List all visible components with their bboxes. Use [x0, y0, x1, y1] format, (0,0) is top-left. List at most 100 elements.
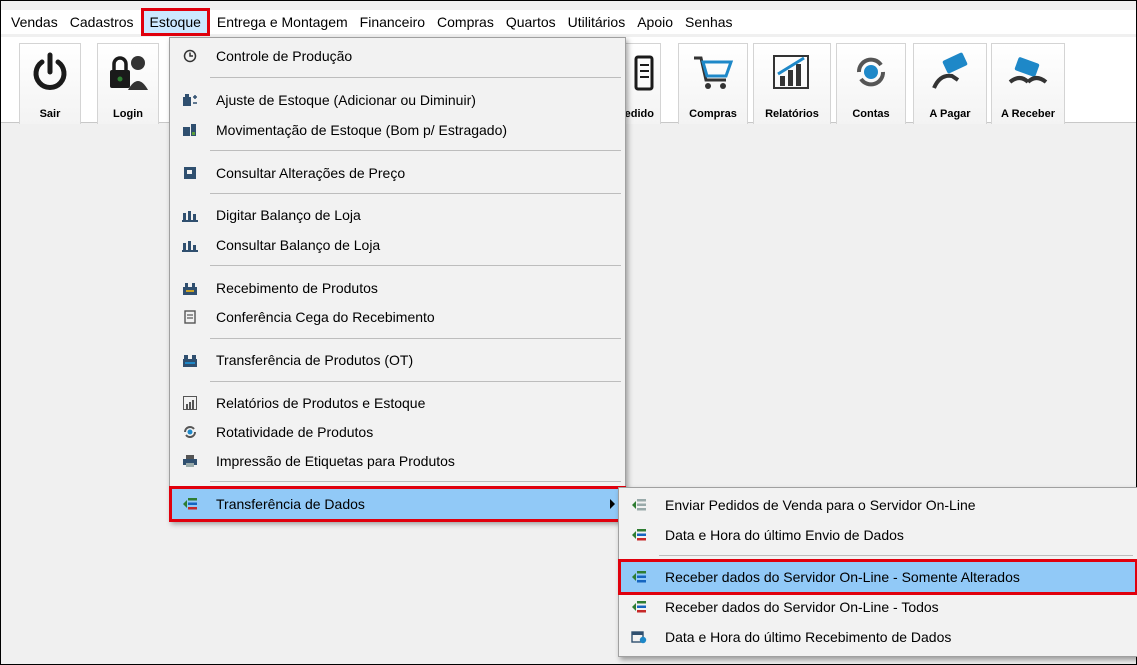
menu-item-label: Controle de Produção — [216, 48, 353, 64]
menu-item-movimentacao-estoque[interactable]: Movimentação de Estoque (Bom p/ Estragad… — [172, 116, 623, 144]
app-window: Vendas Cadastros Estoque Entrega e Monta… — [0, 0, 1137, 665]
data-transfer-icon — [631, 599, 647, 615]
warehouse-icon — [182, 280, 198, 296]
menu-item-label: Conferência Cega do Recebimento — [216, 309, 435, 325]
submenu-item-label: Receber dados do Servidor On-Line - Todo… — [665, 599, 939, 615]
menu-item-consultar-balanco[interactable]: Consultar Balanço de Loja — [172, 231, 623, 259]
receive-money-icon — [1006, 50, 1050, 94]
rotate-icon — [182, 424, 198, 440]
menu-separator — [210, 77, 621, 78]
menu-item-recebimento-produtos[interactable]: Recebimento de Produtos — [172, 274, 623, 302]
submenu-item-enviar-pedidos[interactable]: Enviar Pedidos de Venda para o Servidor … — [621, 491, 1135, 519]
pedido-label: edido — [624, 108, 654, 120]
submenu-item-label: Data e Hora do último Envio de Dados — [665, 527, 904, 543]
menu-item-label: Ajuste de Estoque (Adicionar ou Diminuir… — [216, 92, 476, 108]
menu-bar: Vendas Cadastros Estoque Entrega e Monta… — [1, 8, 1136, 36]
data-transfer-icon — [631, 527, 647, 543]
estoque-menu: Controle de Produção Ajuste de Estoque (… — [169, 37, 626, 522]
sair-button[interactable]: Sair — [19, 43, 81, 125]
menu-separator — [210, 481, 621, 482]
menu-item-rotatividade[interactable]: Rotatividade de Produtos — [172, 418, 623, 446]
report-icon — [182, 395, 198, 411]
menu-item-label: Digitar Balanço de Loja — [216, 207, 361, 223]
menu-item-label: Recebimento de Produtos — [216, 280, 378, 296]
clipboard-icon — [624, 50, 654, 94]
a-pagar-button[interactable]: A Pagar — [913, 43, 987, 125]
menu-item-label: Transferência de Dados — [216, 496, 365, 512]
submenu-item-data-hora-envio[interactable]: Data e Hora do último Envio de Dados — [621, 521, 1135, 549]
balance-icon — [182, 207, 198, 223]
menu-separator — [210, 381, 621, 382]
menu-separator — [210, 265, 621, 266]
printer-icon — [182, 453, 198, 469]
menu-apoio[interactable]: Apoio — [631, 11, 679, 33]
compras-label: Compras — [689, 108, 737, 120]
sair-label: Sair — [39, 108, 61, 120]
menu-item-label: Consultar Balanço de Loja — [216, 237, 381, 253]
balance-search-icon — [182, 237, 198, 253]
power-icon — [28, 50, 72, 94]
transfer-icon — [182, 352, 198, 368]
menu-financeiro[interactable]: Financeiro — [354, 11, 431, 33]
clock-icon — [182, 48, 198, 64]
user-lock-icon — [106, 50, 150, 94]
menu-estoque[interactable]: Estoque — [140, 8, 210, 36]
submenu-item-receber-alterados[interactable]: Receber dados do Servidor On-Line - Some… — [618, 559, 1137, 595]
submenu-arrow-icon — [610, 499, 615, 509]
contas-button[interactable]: Contas — [836, 43, 906, 125]
stock-move-icon — [182, 122, 198, 138]
menu-item-controle-producao[interactable]: Controle de Produção — [172, 42, 623, 70]
login-label: Login — [113, 108, 143, 120]
menu-item-label: Rotatividade de Produtos — [216, 424, 374, 440]
menu-item-relatorios-produtos[interactable]: Relatórios de Produtos e Estoque — [172, 389, 623, 417]
a-receber-label: A Receber — [1000, 108, 1055, 120]
menu-item-label: Movimentação de Estoque (Bom p/ Estragad… — [216, 122, 508, 138]
submenu-item-label: Enviar Pedidos de Venda para o Servidor … — [665, 497, 976, 513]
menu-item-transferencia-dados[interactable]: Transferência de Dados — [169, 486, 626, 522]
menu-cadastros[interactable]: Cadastros — [64, 11, 140, 33]
menu-item-label: Impressão de Etiquetas para Produtos — [216, 453, 455, 469]
pay-money-icon — [928, 50, 972, 94]
relatorios-label: Relatórios — [765, 108, 819, 120]
price-icon — [182, 165, 198, 181]
menu-item-label: Transferência de Produtos (OT) — [216, 352, 414, 368]
relatorios-button[interactable]: Relatórios — [753, 43, 831, 125]
a-pagar-label: A Pagar — [929, 108, 971, 120]
menu-compras[interactable]: Compras — [431, 11, 500, 33]
menu-item-impressao-etiquetas[interactable]: Impressão de Etiquetas para Produtos — [172, 447, 623, 475]
cart-icon — [691, 50, 735, 94]
bar-chart-icon — [770, 50, 814, 94]
transferencia-dados-submenu: Enviar Pedidos de Venda para o Servidor … — [618, 487, 1137, 657]
menu-item-consultar-alteracoes-preco[interactable]: Consultar Alterações de Preço — [172, 159, 623, 187]
submenu-item-label: Receber dados do Servidor On-Line - Some… — [665, 569, 1020, 585]
calendar-clock-icon — [631, 629, 647, 645]
stock-adjust-icon — [182, 92, 198, 108]
menu-item-conferencia-cega[interactable]: Conferência Cega do Recebimento — [172, 303, 623, 331]
a-receber-button[interactable]: A Receber — [991, 43, 1065, 125]
submenu-item-receber-todos[interactable]: Receber dados do Servidor On-Line - Todo… — [621, 593, 1135, 621]
refresh-coin-icon — [849, 50, 893, 94]
receive-data-icon — [631, 569, 647, 585]
submenu-item-label: Data e Hora do último Recebimento de Dad… — [665, 629, 952, 645]
send-data-icon — [631, 497, 647, 513]
checklist-icon — [182, 309, 198, 325]
menu-separator — [210, 338, 621, 339]
menu-item-digitar-balanco[interactable]: Digitar Balanço de Loja — [172, 201, 623, 229]
menu-separator — [210, 193, 621, 194]
menu-item-label: Relatórios de Produtos e Estoque — [216, 395, 426, 411]
contas-label: Contas — [852, 108, 890, 120]
compras-button[interactable]: Compras — [678, 43, 748, 125]
login-button[interactable]: Login — [97, 43, 159, 125]
data-transfer-icon — [182, 496, 198, 512]
menu-separator — [659, 555, 1133, 556]
menu-vendas[interactable]: Vendas — [5, 11, 64, 33]
menu-utilitarios[interactable]: Utilitários — [562, 11, 632, 33]
submenu-item-data-hora-recebimento[interactable]: Data e Hora do último Recebimento de Dad… — [621, 623, 1135, 651]
menu-item-transferencia-produtos[interactable]: Transferência de Produtos (OT) — [172, 346, 623, 374]
menu-entrega-montagem[interactable]: Entrega e Montagem — [211, 11, 354, 33]
menu-senhas[interactable]: Senhas — [679, 11, 738, 33]
menu-item-label: Consultar Alterações de Preço — [216, 165, 406, 181]
menu-item-ajuste-estoque[interactable]: Ajuste de Estoque (Adicionar ou Diminuir… — [172, 86, 623, 114]
menu-separator — [210, 150, 621, 151]
menu-quartos[interactable]: Quartos — [500, 11, 562, 33]
